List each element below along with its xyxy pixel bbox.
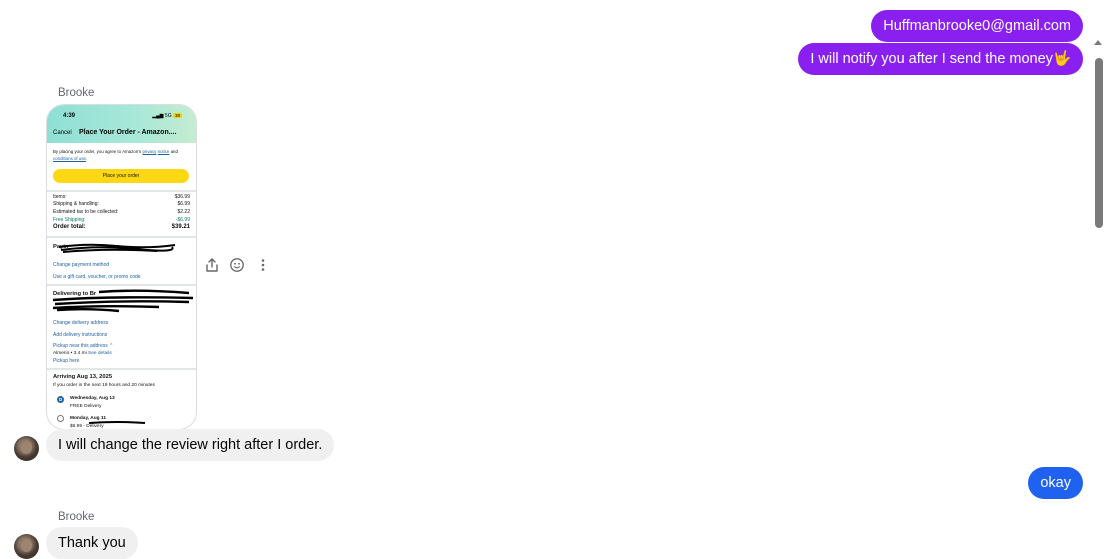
pickup-info: Almerio • 3.4 mi See details bbox=[53, 351, 112, 356]
divider bbox=[47, 368, 196, 370]
pickup-near-link: Pickup near this address ⌃ bbox=[53, 343, 114, 349]
radio-unselected-icon bbox=[57, 415, 64, 422]
screenshot-header: 4:39 ▂▄▆ 5G 38 Cancel Place Your Order -… bbox=[47, 105, 196, 143]
scroll-up-arrow-icon[interactable] bbox=[1094, 40, 1102, 45]
cancel-link: Cancel bbox=[53, 130, 72, 136]
avatar[interactable] bbox=[14, 534, 39, 559]
more-options-icon[interactable] bbox=[255, 257, 271, 273]
items-row: Items: $36.99 bbox=[53, 194, 190, 200]
terms-text: By placing your order, you agree to Amaz… bbox=[53, 149, 178, 161]
free-shipping-row: Free Shipping: -$6.99 bbox=[53, 217, 190, 223]
place-order-button: Place your order bbox=[53, 169, 189, 183]
sender-name: Brooke bbox=[58, 511, 95, 523]
outgoing-message-notify[interactable]: I will notify you after I send the money… bbox=[798, 43, 1083, 75]
avatar[interactable] bbox=[14, 436, 39, 461]
change-payment-link: Change payment method bbox=[53, 262, 110, 268]
radio-selected-icon bbox=[57, 396, 64, 403]
change-address-link: Change delivery address bbox=[53, 320, 109, 326]
delivery-option-1-note: FREE Delivery bbox=[70, 404, 102, 409]
add-instructions-link: Add delivery instructions bbox=[53, 332, 108, 338]
battery-icon: 38 bbox=[172, 113, 182, 118]
react-emoji-icon[interactable] bbox=[229, 257, 245, 273]
network-label: 5G bbox=[164, 113, 172, 119]
message-text: okay bbox=[1040, 475, 1071, 491]
divider bbox=[47, 190, 196, 192]
gift-card-link: Use a gift card, voucher, or promo code bbox=[53, 274, 141, 280]
redaction-scribble bbox=[58, 243, 176, 253]
message-text: Huffmanbrooke0@gmail.com bbox=[883, 18, 1071, 34]
status-time: 4:39 bbox=[63, 113, 76, 119]
tax-row: Estimated tax to be collected: $2.22 bbox=[53, 209, 190, 215]
outgoing-message-okay[interactable]: okay bbox=[1028, 467, 1083, 499]
pickup-here-link: Pickup here bbox=[53, 358, 80, 364]
redaction-scribble bbox=[52, 289, 194, 313]
scrollbar-thumb[interactable] bbox=[1095, 58, 1103, 228]
status-indicators: ▂▄▆ 5G 38 bbox=[152, 113, 182, 119]
sender-name: Brooke bbox=[58, 87, 95, 99]
arriving-heading: Arriving Aug 13, 2025 bbox=[53, 374, 113, 380]
order-within-text: If you order in the next 19 hours and 20… bbox=[53, 383, 155, 388]
divider bbox=[47, 284, 196, 286]
message-text: Thank you bbox=[58, 535, 126, 551]
message-text: I will change the review right after I o… bbox=[58, 437, 323, 453]
incoming-message-thanks[interactable]: Thank you bbox=[46, 527, 138, 559]
share-icon[interactable] bbox=[204, 257, 220, 273]
hand-emoji-icon: 🤟 bbox=[1052, 51, 1071, 67]
delivery-option-1: Wednesday, Aug 13 bbox=[70, 396, 115, 401]
outgoing-message-email[interactable]: Huffmanbrooke0@gmail.com bbox=[871, 10, 1083, 42]
screenshot-title: Place Your Order - Amazon.... bbox=[79, 129, 177, 136]
message-text: I will notify you after I send the money bbox=[810, 51, 1053, 67]
shipping-row: Shipping & handling: $6.99 bbox=[53, 201, 190, 207]
image-attachment[interactable]: 4:39 ▂▄▆ 5G 38 Cancel Place Your Order -… bbox=[46, 104, 197, 430]
incoming-message-review[interactable]: I will change the review right after I o… bbox=[46, 429, 335, 461]
chevron-up-icon: ⌃ bbox=[109, 343, 114, 349]
divider bbox=[47, 236, 196, 238]
signal-icon: ▂▄▆ bbox=[152, 113, 164, 119]
order-total-row: Order total: $39.21 bbox=[53, 224, 190, 230]
